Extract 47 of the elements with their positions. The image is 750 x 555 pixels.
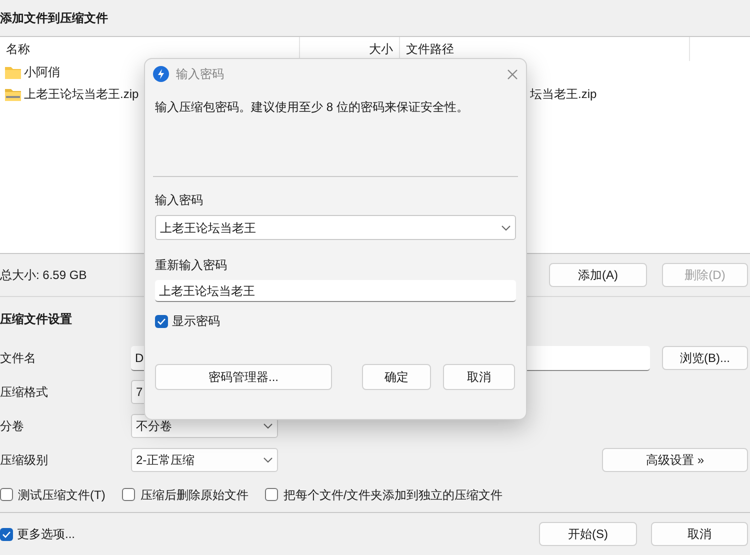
- archive-icon: [5, 88, 21, 100]
- checkbox-label: 显示密码: [172, 313, 220, 330]
- field-label: 输入密码: [155, 192, 203, 209]
- checkbox[interactable]: [265, 488, 278, 501]
- checkbox-label: 更多选项...: [17, 526, 76, 543]
- confirm-password-field[interactable]: 上老王论坛当老王: [155, 280, 516, 302]
- folder-icon: [5, 66, 21, 78]
- checkbox[interactable]: [155, 314, 168, 328]
- button[interactable]: 添加(A): [549, 263, 647, 287]
- dialog-message: 输入压缩包密码。建议使用至少 8 位的密码来保证安全性。: [155, 100, 468, 114]
- button[interactable]: 取消: [651, 522, 748, 546]
- field-label: 分卷: [0, 419, 24, 433]
- button[interactable]: 高级设置 »: [602, 448, 748, 472]
- field-label: 重新输入密码: [155, 257, 227, 274]
- dialog-title: 输入密码: [176, 66, 225, 83]
- button[interactable]: 取消: [443, 364, 515, 390]
- checkbox[interactable]: [0, 488, 13, 501]
- checkmark-icon: [157, 318, 166, 324]
- column-header[interactable]: 大小: [369, 40, 393, 58]
- checkmark-icon: [2, 530, 11, 538]
- window-title: 添加文件到压缩文件: [0, 10, 108, 27]
- button[interactable]: 密码管理器...: [155, 364, 332, 390]
- file-path: 坛当老王.zip: [529, 86, 597, 103]
- checkbox-label: 测试压缩文件(T): [18, 486, 106, 504]
- checkbox[interactable]: [122, 488, 136, 501]
- field-label: 压缩级别: [0, 453, 48, 467]
- file-name[interactable]: 上老王论坛当老王.zip: [24, 85, 139, 103]
- button[interactable]: 确定: [362, 364, 431, 390]
- file-name[interactable]: 小阿俏: [24, 63, 60, 81]
- close-icon[interactable]: [507, 68, 518, 80]
- total-size: 总大小: 6.59 GB: [0, 267, 88, 284]
- chevron-down-icon: [263, 423, 273, 429]
- app-icon: [153, 66, 169, 82]
- field-label: 压缩格式: [0, 385, 48, 399]
- password-field[interactable]: 上老王论坛当老王: [155, 215, 516, 240]
- chevron-down-icon: [501, 224, 511, 230]
- section-heading: 压缩文件设置: [0, 311, 72, 328]
- button[interactable]: 开始(S): [539, 522, 637, 546]
- column-header[interactable]: 文件路径: [406, 40, 454, 58]
- checkbox-label: 把每个文件/文件夹添加到独立的压缩文件: [283, 486, 503, 504]
- checkbox[interactable]: [0, 528, 13, 540]
- column-header[interactable]: 名称: [6, 40, 30, 58]
- field-label: 文件名: [0, 351, 36, 365]
- dropdown[interactable]: 2-正常压缩: [131, 448, 278, 472]
- button[interactable]: 浏览(B)...: [662, 346, 748, 370]
- checkbox-label: 压缩后删除原始文件: [140, 486, 248, 504]
- chevron-down-icon: [263, 457, 273, 463]
